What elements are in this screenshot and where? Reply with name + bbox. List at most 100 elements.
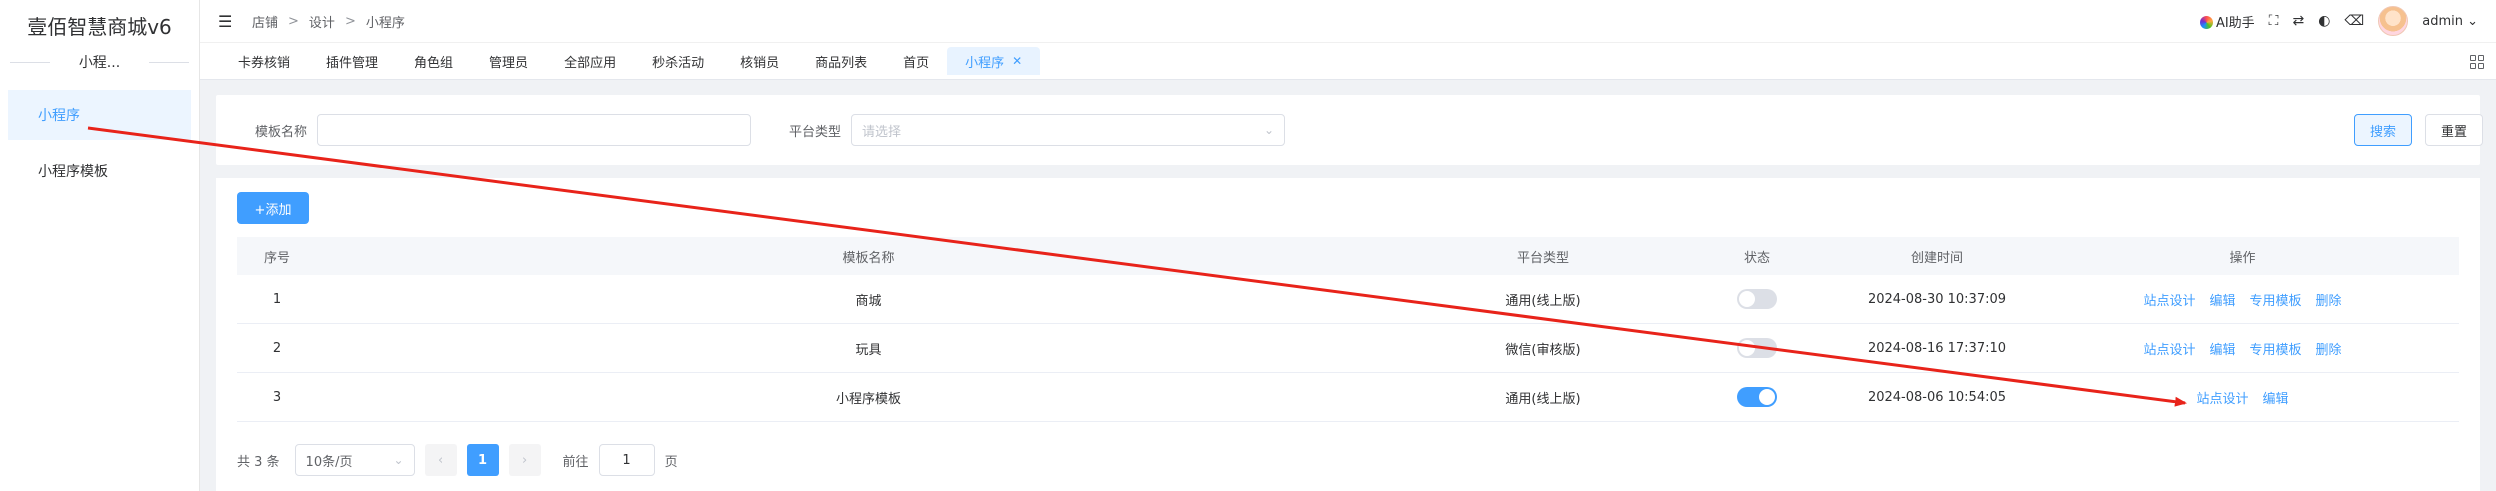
breadcrumb-item[interactable]: 店铺 xyxy=(252,12,278,31)
breadcrumb: 店铺 > 设计 > 小程序 xyxy=(252,12,405,31)
platform-type-placeholder: 请选择 xyxy=(862,124,902,140)
actions-cell: 站点设计 编辑 专用模板 删除 xyxy=(2026,290,2459,309)
delete-link[interactable]: 删除 xyxy=(2316,290,2342,309)
status-cell xyxy=(1666,289,1848,309)
tab-label: 首页 xyxy=(903,55,930,71)
status-cell xyxy=(1666,338,1848,358)
add-button[interactable]: +添加 xyxy=(237,192,309,224)
site-design-link[interactable]: 站点设计 xyxy=(2143,339,2195,358)
chevron-down-icon: ⌄ xyxy=(393,453,404,467)
avatar[interactable] xyxy=(2378,6,2409,36)
platform-type-field: 平台类型 请选择 ⌄ xyxy=(789,114,1286,146)
tabs-bar: 卡券核销 插件管理 角色组 管理员 全部应用 秒杀活动 核销员 商品列表 首页 … xyxy=(200,42,2496,80)
platform-type-cell: 通用(线上版) xyxy=(1505,391,1581,407)
search-panel: 模板名称 平台类型 请选择 ⌄ 搜索 重置 xyxy=(216,95,2483,165)
template-name-cell: 小程序模板 xyxy=(835,391,901,407)
next-page-button[interactable]: › xyxy=(508,444,541,476)
created-time-cell: 2024-08-30 10:37:09 xyxy=(1867,291,2007,307)
status-toggle[interactable] xyxy=(1737,289,1777,309)
sidebar-item-miniprogram[interactable]: 小程序 xyxy=(8,90,191,140)
status-toggle[interactable] xyxy=(1737,387,1777,407)
status-cell xyxy=(1666,387,1848,407)
tab-coupon-verify[interactable]: 卡券核销 xyxy=(220,47,308,75)
tab-label: 秒杀活动 xyxy=(652,55,705,71)
sidebar-menu: 小程序 小程序模板 xyxy=(0,90,199,196)
tab-verifier[interactable]: 核销员 xyxy=(722,47,797,75)
actions-cell: 站点设计 编辑 xyxy=(2026,388,2459,407)
tabs-menu-icon[interactable] xyxy=(2470,55,2484,69)
template-name-field: 模板名称 xyxy=(255,114,752,146)
page-size-value: 10条/页 xyxy=(305,454,353,470)
delete-link[interactable]: 删除 xyxy=(2316,339,2342,358)
column-header: 序号 xyxy=(263,250,290,266)
tab-label: 商品列表 xyxy=(815,55,868,71)
username: admin xyxy=(2422,13,2463,29)
edit-link[interactable]: 编辑 xyxy=(2209,290,2235,309)
clear-cache-icon[interactable]: ⌫ xyxy=(2344,13,2364,29)
theme-palette-icon[interactable]: ◐ xyxy=(2318,13,2330,29)
ai-assistant-label: AI助手 xyxy=(2215,15,2255,31)
tab-label: 插件管理 xyxy=(326,55,379,71)
template-name-input[interactable] xyxy=(317,114,752,146)
site-design-link[interactable]: 站点设计 xyxy=(2196,388,2248,407)
column-header: 模板名称 xyxy=(842,250,895,266)
column-header: 操作 xyxy=(2229,250,2256,266)
dedicated-template-link[interactable]: 专用模板 xyxy=(2250,339,2302,358)
tab-admin[interactable]: 管理员 xyxy=(471,47,546,75)
breadcrumb-item[interactable]: 设计 xyxy=(309,12,335,31)
tab-miniprogram[interactable]: 小程序 ✕ xyxy=(947,47,1041,75)
column-header: 创建时间 xyxy=(1910,250,1963,266)
tab-close-icon[interactable]: ✕ xyxy=(1012,54,1022,68)
tab-plugin-manage[interactable]: 插件管理 xyxy=(308,47,396,75)
goto-label: 前往 xyxy=(562,454,589,470)
page-number-current[interactable]: 1 xyxy=(466,444,499,476)
created-time-cell: 2024-08-06 10:54:05 xyxy=(1867,389,2007,405)
sidebar: 壹佰智慧商城v6 小程... 小程序 小程序模板 xyxy=(0,0,200,491)
sidebar-item-miniprogram-template[interactable]: 小程序模板 xyxy=(8,146,191,196)
tab-label: 全部应用 xyxy=(564,55,617,71)
created-time-cell: 2024-08-16 17:37:10 xyxy=(1867,340,2007,356)
tab-home[interactable]: 首页 xyxy=(885,47,947,75)
search-button[interactable]: 搜索 xyxy=(2354,114,2412,146)
tab-label: 角色组 xyxy=(414,55,454,71)
table-row: 1 商城 通用(线上版) 2024-08-30 10:37:09 站点设计 编辑… xyxy=(237,275,2459,324)
site-design-link[interactable]: 站点设计 xyxy=(2143,290,2195,309)
page-size-select[interactable]: 10条/页 ⌄ xyxy=(294,444,415,476)
tab-label: 卡券核销 xyxy=(238,55,291,71)
status-toggle[interactable] xyxy=(1737,338,1777,358)
template-name-cell: 玩具 xyxy=(855,342,882,358)
platform-type-select[interactable]: 请选择 ⌄ xyxy=(851,114,1286,146)
section-title-row: 小程... xyxy=(10,50,189,74)
column-header: 状态 xyxy=(1743,250,1770,266)
breadcrumb-item: 小程序 xyxy=(365,15,405,31)
translate-icon[interactable]: ⇄ xyxy=(2292,13,2304,29)
column-header: 平台类型 xyxy=(1516,250,1569,266)
tab-role-group[interactable]: 角色组 xyxy=(396,47,471,75)
user-menu[interactable]: admin ⌄ xyxy=(2422,14,2478,29)
topbar-actions: AI助手 ⛶ ⇄ ◐ ⌫ admin ⌄ xyxy=(2199,0,2478,42)
prev-page-button[interactable]: ‹ xyxy=(424,444,457,476)
fullscreen-icon[interactable]: ⛶ xyxy=(2269,13,2279,29)
topbar: ☰ 店铺 > 设计 > 小程序 AI助手 ⛶ ⇄ ◐ ⌫ admin ⌄ xyxy=(200,0,2496,42)
row-index: 2 xyxy=(272,340,282,356)
chevron-down-icon: ⌄ xyxy=(2462,13,2478,29)
edit-link[interactable]: 编辑 xyxy=(2209,339,2235,358)
tab-all-apps[interactable]: 全部应用 xyxy=(546,47,634,75)
template-name-cell: 商城 xyxy=(855,293,882,309)
pagination-total: 共 3 条 xyxy=(237,454,280,470)
tab-flash-sale[interactable]: 秒杀活动 xyxy=(634,47,722,75)
tab-product-list[interactable]: 商品列表 xyxy=(797,47,885,75)
page-unit-label: 页 xyxy=(664,454,678,470)
table-row: 3 小程序模板 通用(线上版) 2024-08-06 10:54:05 站点设计… xyxy=(237,373,2459,422)
menu-toggle-icon[interactable]: ☰ xyxy=(218,12,238,31)
dedicated-template-link[interactable]: 专用模板 xyxy=(2250,290,2302,309)
ai-logo-icon xyxy=(2199,15,2213,29)
chevron-down-icon: ⌄ xyxy=(1263,123,1275,137)
reset-button[interactable]: 重置 xyxy=(2425,114,2483,146)
tab-label: 管理员 xyxy=(489,55,529,71)
tab-label: 小程序 xyxy=(965,55,1005,71)
goto-page-input[interactable]: 1 xyxy=(598,444,655,476)
edit-link[interactable]: 编辑 xyxy=(2263,388,2289,407)
ai-assistant-button[interactable]: AI助手 xyxy=(2199,12,2255,31)
sidebar-item-label: 小程序 xyxy=(38,108,80,124)
